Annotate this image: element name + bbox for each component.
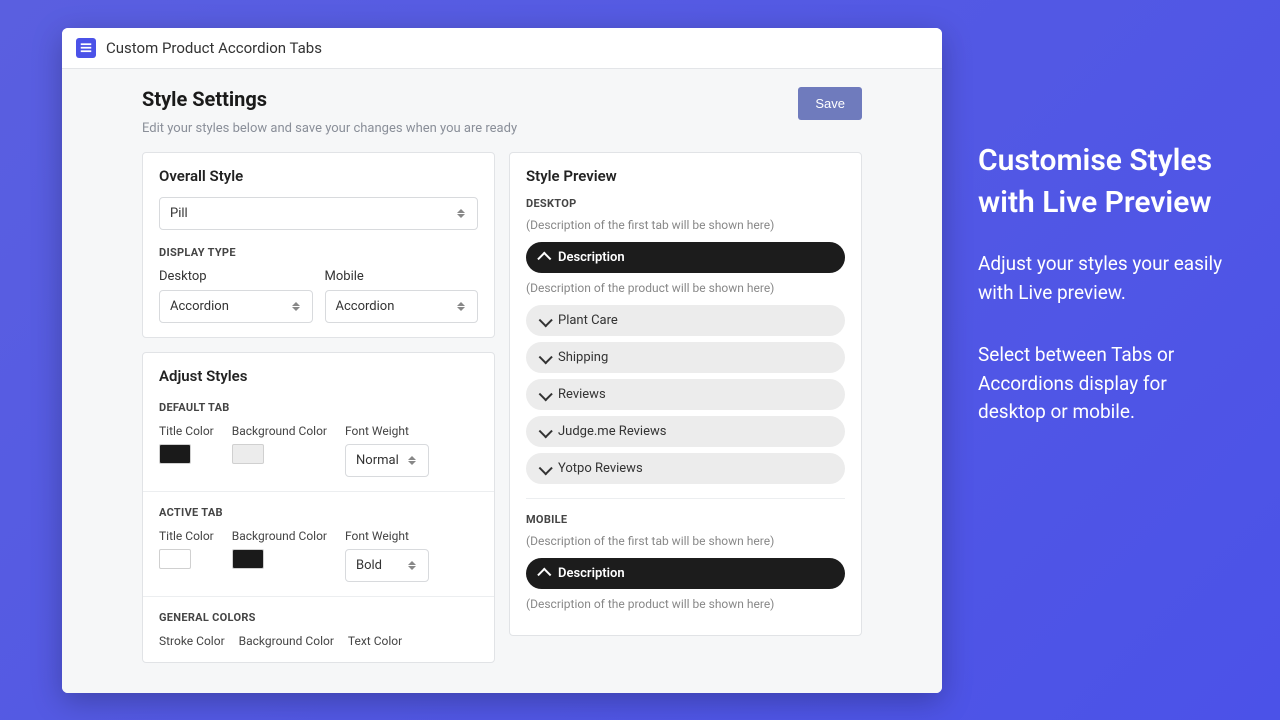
title-color-label: Title Color <box>159 424 214 438</box>
active-font-weight-select[interactable]: Bold <box>345 549 429 582</box>
chevron-down-icon <box>539 313 553 327</box>
chevron-up-icon <box>537 567 551 581</box>
general-colors-label: GENERAL COLORS <box>159 611 478 624</box>
page-title: Style Settings <box>142 87 517 111</box>
accordion-item[interactable]: Shipping <box>526 342 845 373</box>
app-header: Custom Product Accordion Tabs <box>62 28 942 69</box>
default-bg-color-swatch[interactable] <box>232 444 264 464</box>
desktop-label: Desktop <box>159 269 313 284</box>
display-type-label: DISPLAY TYPE <box>159 246 478 259</box>
overall-style-select[interactable]: Pill <box>159 197 478 230</box>
default-title-color-swatch[interactable] <box>159 444 191 464</box>
desktop-display-select[interactable]: Accordion <box>159 290 313 323</box>
accordion-item[interactable]: Plant Care <box>526 305 845 336</box>
sidebar-paragraph-1: Adjust your styles your easily with Live… <box>978 250 1228 307</box>
overall-style-value: Pill <box>170 206 188 221</box>
sidebar-heading: Customise Styles with Live Preview <box>978 140 1228 224</box>
preview-product-note: (Description of the product will be show… <box>526 281 845 295</box>
active-bg-color-swatch[interactable] <box>232 549 264 569</box>
accordion-item-label: Plant Care <box>558 313 618 328</box>
sort-icon <box>408 559 418 573</box>
active-tab-label: ACTIVE TAB <box>159 506 478 519</box>
chevron-down-icon <box>539 387 553 401</box>
chevron-down-icon <box>539 461 553 475</box>
preview-first-tab-note-mobile: (Description of the first tab will be sh… <box>526 534 845 548</box>
accordion-item-label: Yotpo Reviews <box>558 461 643 476</box>
bg-color-label: Background Color <box>232 529 327 543</box>
default-tab-label: DEFAULT TAB <box>159 401 478 414</box>
accordion-item-label: Description <box>558 250 625 265</box>
style-preview-title: Style Preview <box>526 167 845 185</box>
chevron-up-icon <box>537 251 551 265</box>
marketing-sidebar: Customise Styles with Live Preview Adjus… <box>978 140 1228 461</box>
font-weight-label: Font Weight <box>345 529 429 543</box>
sort-icon <box>457 207 467 221</box>
chevron-down-icon <box>539 350 553 364</box>
accordion-item[interactable]: Yotpo Reviews <box>526 453 845 484</box>
page-subtitle: Edit your styles below and save your cha… <box>142 121 517 136</box>
adjust-styles-title: Adjust Styles <box>159 367 478 385</box>
bg-color-label: Background Color <box>232 424 327 438</box>
chevron-down-icon <box>539 424 553 438</box>
mobile-label: Mobile <box>325 269 479 284</box>
save-button[interactable]: Save <box>798 87 862 120</box>
default-font-weight-select[interactable]: Normal <box>345 444 429 477</box>
app-title: Custom Product Accordion Tabs <box>106 39 322 57</box>
app-icon <box>76 38 96 58</box>
accordion-item-label: Shipping <box>558 350 608 365</box>
text-color-label: Text Color <box>348 634 402 648</box>
preview-product-note: (Description of the product will be show… <box>526 597 845 611</box>
accordion-item[interactable]: Judge.me Reviews <box>526 416 845 447</box>
accordion-item-label: Reviews <box>558 387 606 402</box>
gen-bg-color-label: Background Color <box>239 634 334 648</box>
sort-icon <box>408 454 418 468</box>
sort-icon <box>292 300 302 314</box>
accordion-item-label: Judge.me Reviews <box>558 424 666 439</box>
preview-desktop-label: DESKTOP <box>526 197 845 210</box>
overall-style-card: Overall Style Pill DISPLAY TYPE Desktop … <box>142 152 495 338</box>
stroke-color-label: Stroke Color <box>159 634 225 648</box>
active-title-color-swatch[interactable] <box>159 549 191 569</box>
accordion-item[interactable]: Description <box>526 242 845 273</box>
app-window: Custom Product Accordion Tabs Style Sett… <box>62 28 942 693</box>
accordion-item-label: Description <box>558 566 625 581</box>
accordion-item[interactable]: Reviews <box>526 379 845 410</box>
style-preview-card: Style Preview DESKTOP (Description of th… <box>509 152 862 636</box>
preview-first-tab-note: (Description of the first tab will be sh… <box>526 218 845 232</box>
sidebar-paragraph-2: Select between Tabs or Accordions displa… <box>978 341 1228 427</box>
font-weight-label: Font Weight <box>345 424 429 438</box>
preview-mobile-label: MOBILE <box>526 513 845 526</box>
sort-icon <box>457 300 467 314</box>
preview-mobile-accordion: Description (Description of the product w… <box>526 558 845 611</box>
overall-style-title: Overall Style <box>159 167 478 185</box>
mobile-display-select[interactable]: Accordion <box>325 290 479 323</box>
accordion-item[interactable]: Description <box>526 558 845 589</box>
title-color-label: Title Color <box>159 529 214 543</box>
preview-desktop-accordion: Description (Description of the product w… <box>526 242 845 484</box>
adjust-styles-card: Adjust Styles DEFAULT TAB Title Color Ba… <box>142 352 495 663</box>
